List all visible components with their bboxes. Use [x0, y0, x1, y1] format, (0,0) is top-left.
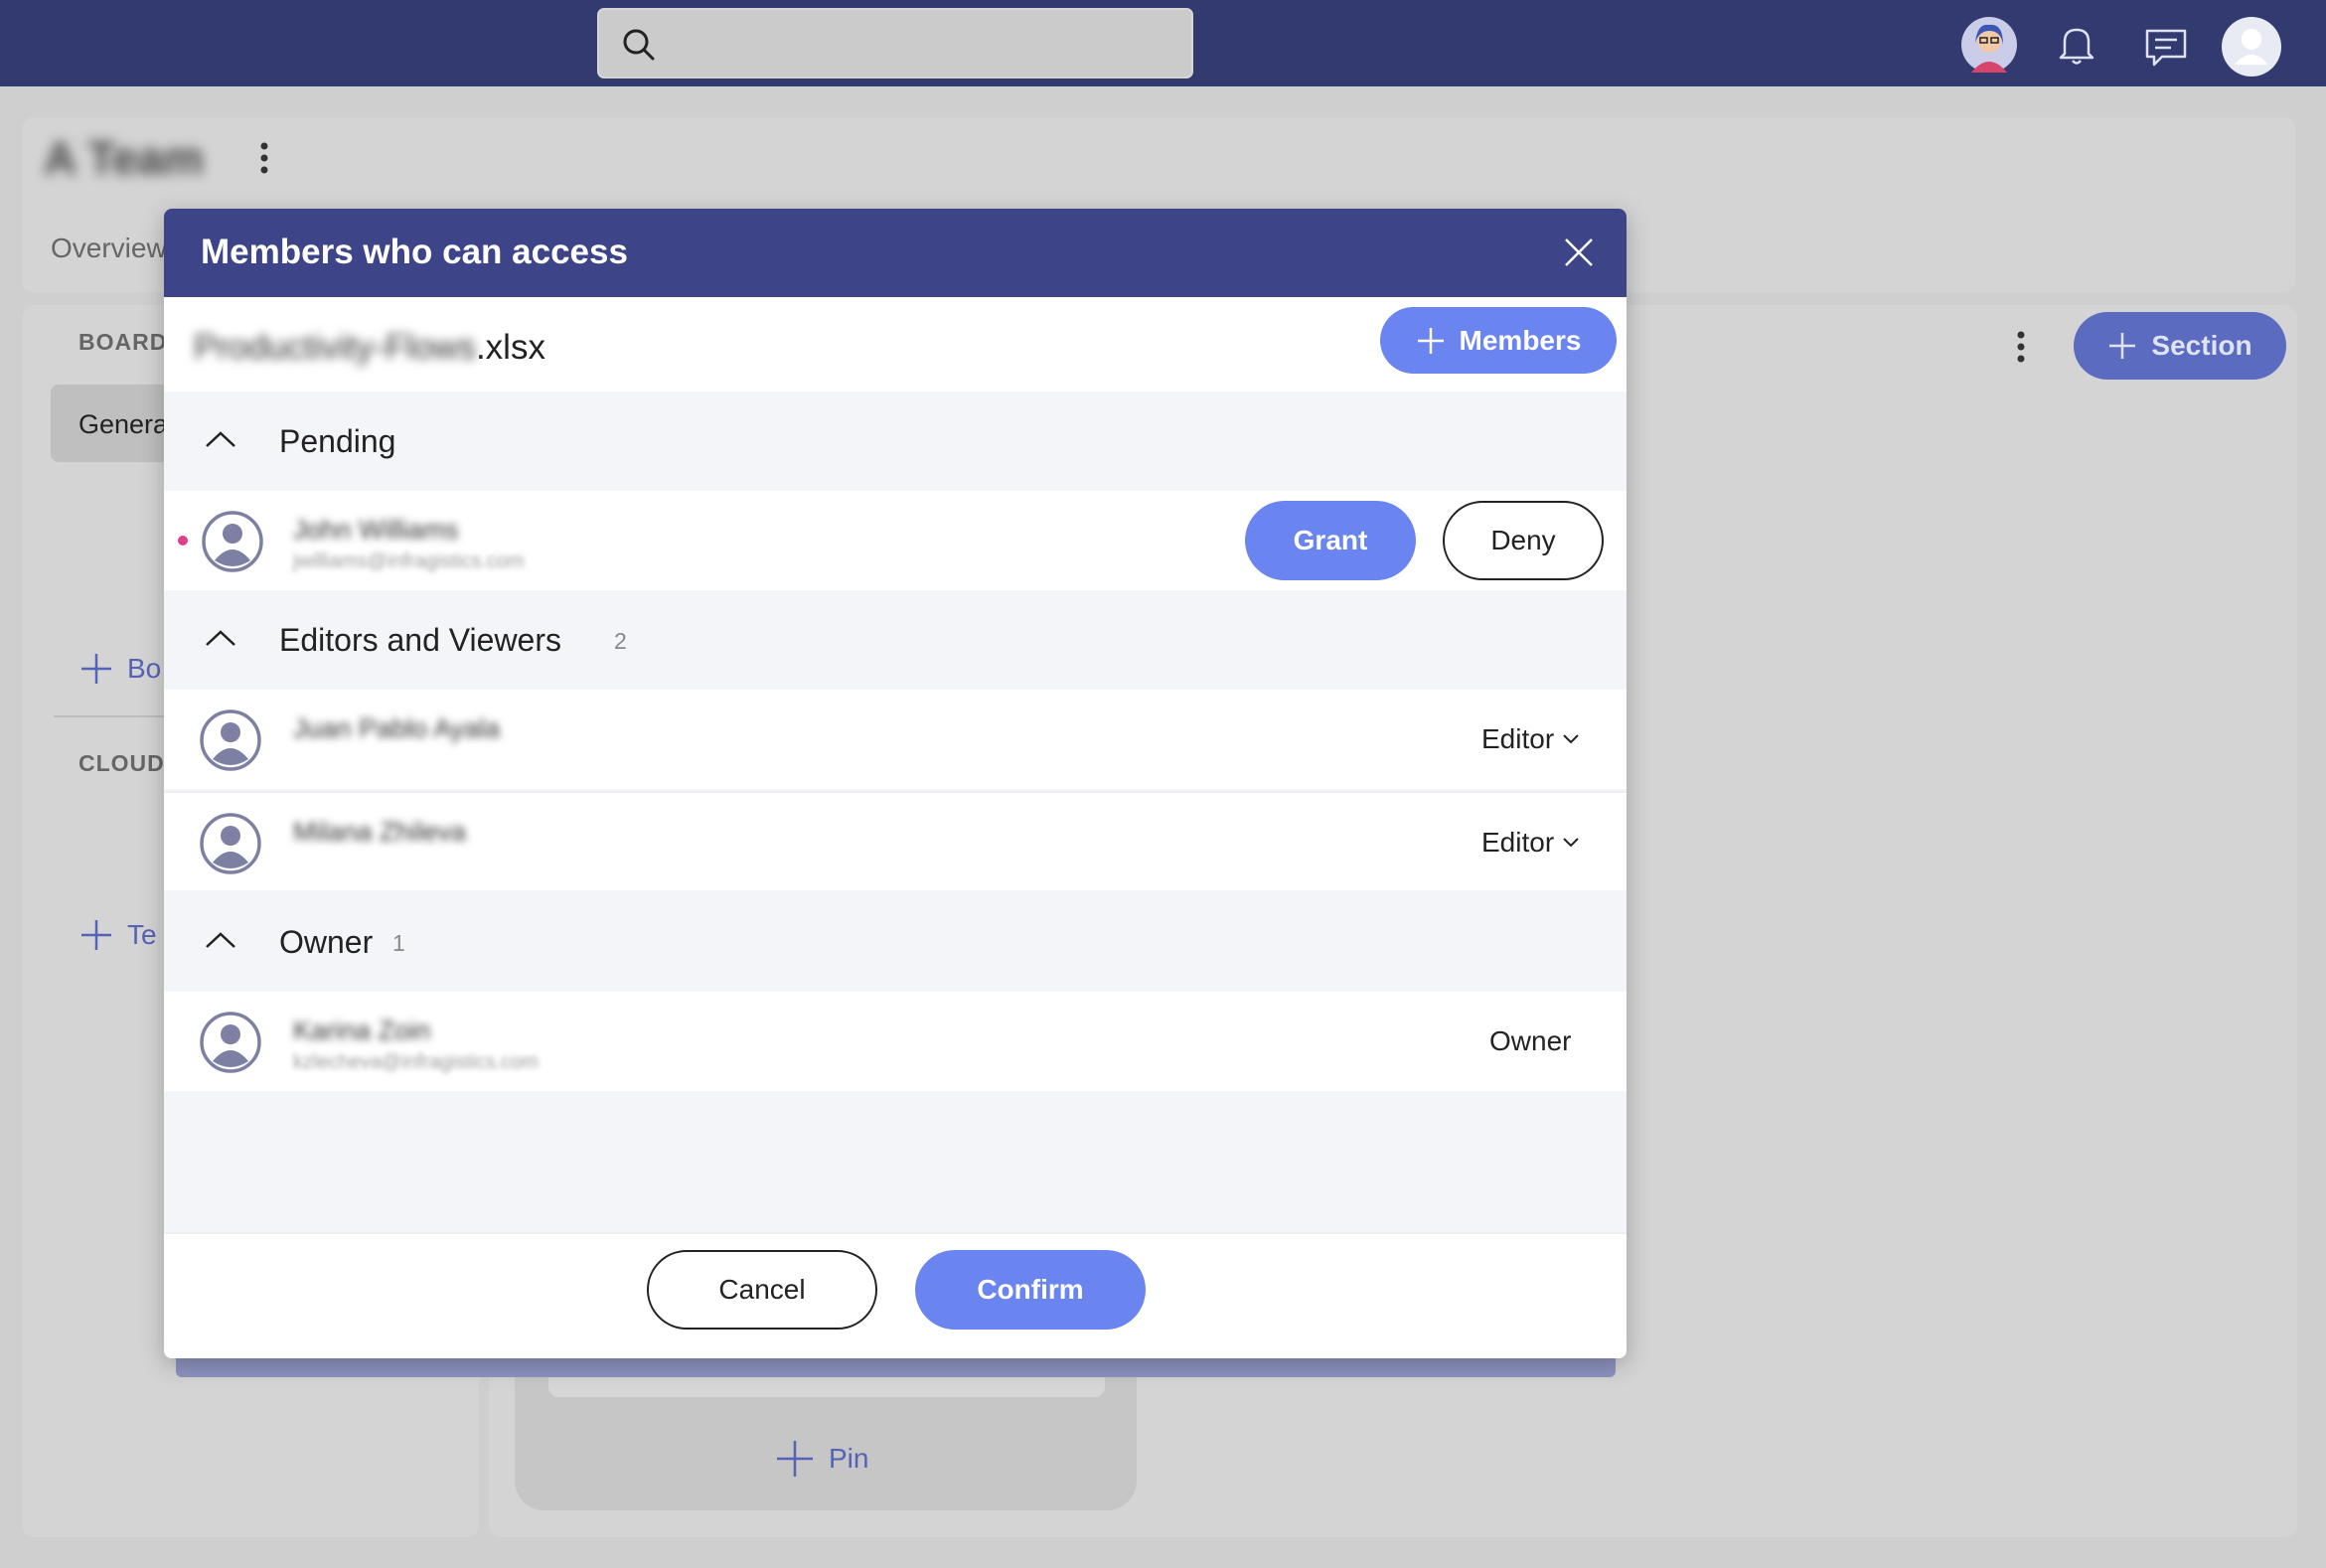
- chevron-down-icon: [1563, 734, 1579, 744]
- team-kebab-icon[interactable]: [260, 142, 268, 179]
- file-name: Productivity-Flows.xlsx: [194, 328, 545, 368]
- chevron-down-icon: [1563, 838, 1579, 848]
- add-members-button[interactable]: Members: [1380, 307, 1617, 374]
- dialog-title: Members who can access: [201, 233, 628, 271]
- chevron-up-icon[interactable]: [204, 930, 237, 950]
- chevron-up-icon[interactable]: [204, 628, 237, 648]
- plus-icon: [81, 654, 111, 684]
- role-dropdown-value: Editor: [1481, 827, 1555, 858]
- member-row: Milana Zhileva Editor: [164, 791, 1627, 890]
- avatar-icon: [200, 709, 261, 776]
- confirm-button[interactable]: Confirm: [915, 1250, 1146, 1330]
- grant-button[interactable]: Grant: [1245, 501, 1416, 580]
- member-name: Juan Pablo Ayala: [293, 713, 501, 743]
- plus-icon: [2109, 333, 2136, 359]
- add-section-label: Section: [2151, 330, 2252, 361]
- group-header-owner[interactable]: Owner 1: [164, 892, 1627, 992]
- dialog-header: Members who can access: [164, 209, 1627, 297]
- member-row: Juan Pablo Ayala Editor: [164, 690, 1627, 789]
- add-section-button[interactable]: Section: [2074, 312, 2286, 380]
- role-dropdown[interactable]: Editor: [1481, 723, 1580, 755]
- member-row: John Williams jwilliams@infragistics.com…: [164, 491, 1627, 590]
- file-extension: .xlsx: [475, 328, 545, 367]
- add-board-label: Bo: [127, 653, 162, 684]
- group-header-editors[interactable]: Editors and Viewers 2: [164, 590, 1627, 690]
- cancel-button[interactable]: Cancel: [647, 1250, 877, 1330]
- message-icon[interactable]: [2144, 28, 2188, 73]
- group-count-editors: 2: [614, 628, 627, 654]
- group-count-owner: 1: [392, 930, 405, 956]
- dialog-footer: Cancel Confirm: [164, 1232, 1627, 1358]
- add-pin-label: Pin: [829, 1443, 869, 1474]
- members-access-dialog: Members who can access Productivity-Flow…: [164, 209, 1627, 1358]
- user-avatar-icon[interactable]: [1961, 17, 2017, 78]
- role-dropdown[interactable]: Editor: [1481, 827, 1580, 859]
- member-row: Karina Zoin kzlecheva@infragistics.com O…: [164, 992, 1627, 1091]
- board-kebab-icon[interactable]: [2017, 331, 2025, 368]
- dialog-underlay: [176, 1356, 1616, 1377]
- file-row: Productivity-Flows.xlsx Members: [164, 297, 1627, 392]
- chevron-up-icon[interactable]: [204, 429, 237, 449]
- avatar-icon: [202, 511, 263, 577]
- search-icon: [623, 29, 655, 61]
- plus-icon: [1417, 327, 1444, 354]
- plus-icon: [777, 1441, 813, 1477]
- add-pin-button[interactable]: Pin: [775, 1439, 868, 1479]
- profile-icon[interactable]: [2222, 17, 2281, 81]
- member-name: John Williams: [293, 515, 459, 545]
- top-bar: [0, 0, 2326, 86]
- member-name: Karina Zoin: [293, 1016, 431, 1045]
- member-email: kzlecheva@infragistics.com: [293, 1051, 540, 1073]
- group-header-pending[interactable]: Pending: [164, 392, 1627, 491]
- pending-indicator: [178, 536, 188, 546]
- add-team-label: Te: [127, 919, 157, 950]
- bell-icon[interactable]: [2057, 24, 2096, 71]
- avatar-icon: [200, 813, 261, 879]
- group-title-editors: Editors and Viewers: [279, 622, 561, 658]
- sidebar-item-general-label: Genera: [78, 409, 169, 439]
- member-email: jwilliams@infragistics.com: [293, 550, 525, 572]
- avatar-icon: [200, 1012, 261, 1078]
- group-title-owner: Owner: [279, 924, 374, 960]
- member-name: Milana Zhileva: [293, 817, 467, 847]
- role-label: Owner: [1489, 1025, 1572, 1056]
- plus-icon: [81, 920, 111, 950]
- role-dropdown-value: Editor: [1481, 723, 1555, 754]
- group-title-pending: Pending: [279, 423, 396, 459]
- add-members-label: Members: [1459, 324, 1582, 356]
- deny-button[interactable]: Deny: [1443, 501, 1604, 580]
- search-input[interactable]: [597, 8, 1193, 78]
- add-board-button[interactable]: Bo: [79, 652, 161, 686]
- close-icon[interactable]: [1563, 236, 1595, 273]
- add-team-button[interactable]: Te: [79, 918, 157, 952]
- team-name: A Team: [44, 132, 205, 184]
- tab-overview[interactable]: Overview: [51, 233, 167, 264]
- file-name-blurred: Productivity-Flows: [194, 328, 476, 367]
